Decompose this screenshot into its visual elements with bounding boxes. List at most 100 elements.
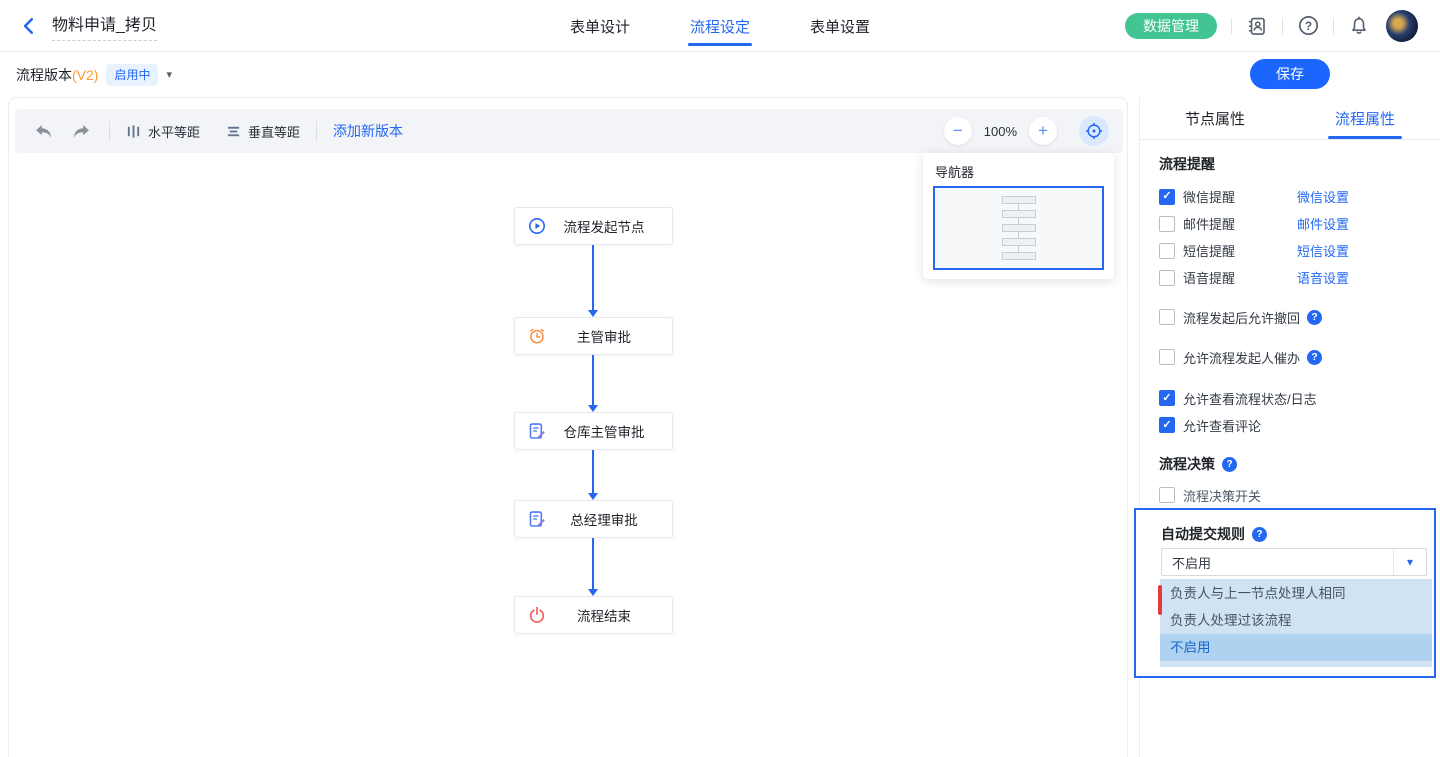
play-icon — [528, 217, 546, 235]
data-manage-button[interactable]: 数据管理 — [1125, 13, 1217, 39]
allow-withdraw-row: ✓ 流程发起后允许撤回 ? — [1159, 305, 1424, 329]
navigator-title: 导航器 — [923, 153, 1114, 186]
crosshair-icon — [1085, 122, 1103, 140]
dropdown-option[interactable]: 负责人处理过该流程 — [1160, 607, 1432, 634]
divider — [1282, 18, 1283, 34]
canvas-toolbar: 水平等距 垂直等距 添加新版本 − 100% + — [15, 109, 1123, 153]
help-badge-icon[interactable]: ? — [1307, 310, 1322, 325]
dropdown-option[interactable]: 不启用 — [1160, 634, 1432, 661]
voice-reminder-checkbox[interactable]: ✓ — [1159, 270, 1175, 286]
allow-view-comments-row: ✓ 允许查看评论 — [1159, 413, 1424, 437]
bell-icon[interactable] — [1348, 15, 1370, 37]
tab-form-design[interactable]: 表单设计 — [568, 16, 632, 37]
help-badge-icon[interactable]: ? — [1307, 350, 1322, 365]
zoom-out-button[interactable]: − — [944, 117, 972, 145]
divider — [109, 121, 110, 141]
allow-view-comments-checkbox[interactable]: ✓ — [1159, 417, 1175, 433]
auto-submit-section: 自动提交规则 ? 不启用 ▾ 负责人与上一节点处理人相同 负责人处理过该流程 不… — [1134, 508, 1436, 678]
horizontal-distribute-button[interactable]: 水平等距 — [126, 122, 200, 141]
decision-switch-checkbox[interactable]: ✓ — [1159, 487, 1175, 503]
sms-settings-link[interactable]: 短信设置 — [1297, 241, 1349, 260]
divider — [1231, 18, 1232, 34]
main-tabs: 表单设计 流程设定 表单设置 — [568, 0, 872, 52]
add-version-link[interactable]: 添加新版本 — [333, 121, 403, 141]
check-icon: ✓ — [1162, 393, 1171, 404]
vertical-distribute-icon — [226, 124, 241, 139]
voice-settings-link[interactable]: 语音设置 — [1297, 268, 1349, 287]
panel-tabs: 节点属性 流程属性 — [1140, 97, 1440, 140]
auto-submit-select[interactable]: 不启用 ▾ — [1161, 548, 1427, 576]
zoom-level: 100% — [984, 124, 1017, 139]
navigator-minimap — [1002, 196, 1036, 260]
top-header: 物料申请_拷贝 表单设计 流程设定 表单设置 数据管理 — [0, 0, 1440, 52]
chevron-down-icon: ▾ — [1393, 549, 1426, 575]
power-icon — [528, 606, 546, 624]
help-badge-icon[interactable]: ? — [1222, 457, 1237, 472]
selected-value: 不启用 — [1162, 553, 1393, 572]
auto-submit-title: 自动提交规则 ? — [1161, 524, 1434, 544]
tab-form-setting[interactable]: 表单设置 — [808, 16, 872, 37]
version-dropdown-caret[interactable]: ▾ — [166, 68, 172, 81]
flow-connector — [592, 245, 594, 310]
undo-button[interactable] — [31, 119, 55, 143]
help-badge-icon[interactable]: ? — [1252, 527, 1267, 542]
plus-icon: + — [1038, 121, 1048, 141]
divider — [1333, 18, 1334, 34]
version-bar: 流程版本 (V2) 启用中 ▾ 保存 — [0, 52, 1440, 97]
redo-icon — [72, 122, 91, 141]
node-label: 流程发起节点 — [546, 216, 672, 236]
svg-text:?: ? — [1304, 19, 1311, 33]
contacts-icon[interactable] — [1246, 15, 1268, 37]
page-title: 物料申请_拷贝 — [52, 11, 157, 41]
tab-flow-properties[interactable]: 流程属性 — [1290, 97, 1440, 139]
form-edit-icon — [528, 510, 546, 528]
locate-button[interactable] — [1079, 116, 1109, 146]
undo-icon — [34, 122, 53, 141]
navigator-panel: 导航器 — [923, 153, 1114, 279]
version-label: 流程版本 — [16, 65, 72, 85]
reminder-row-sms: ✓ 短信提醒 短信设置 — [1159, 237, 1424, 264]
flow-node-manager-approval[interactable]: 主管审批 — [514, 317, 673, 355]
reminder-row-email: ✓ 邮件提醒 邮件设置 — [1159, 210, 1424, 237]
decision-switch-row: ✓ 流程决策开关 — [1159, 485, 1424, 505]
navigator-viewport[interactable] — [933, 186, 1104, 270]
email-reminder-checkbox[interactable]: ✓ — [1159, 216, 1175, 232]
email-settings-link[interactable]: 邮件设置 — [1297, 214, 1349, 233]
flow-node-gm-approval[interactable]: 总经理审批 — [514, 500, 673, 538]
flow-connector — [592, 355, 594, 405]
redo-button[interactable] — [69, 119, 93, 143]
auto-submit-dropdown: 负责人与上一节点处理人相同 负责人处理过该流程 不启用 — [1160, 579, 1432, 667]
tab-flow-setting[interactable]: 流程设定 — [688, 16, 752, 37]
tab-node-properties[interactable]: 节点属性 — [1140, 97, 1290, 139]
vertical-distribute-button[interactable]: 垂直等距 — [226, 122, 300, 141]
check-icon: ✓ — [1162, 420, 1171, 431]
node-label: 流程结束 — [546, 605, 672, 625]
flow-connector — [592, 450, 594, 493]
flow-node-warehouse-approval[interactable]: 仓库主管审批 — [514, 412, 673, 450]
zoom-in-button[interactable]: + — [1029, 117, 1057, 145]
help-icon[interactable]: ? — [1297, 15, 1319, 37]
allow-view-status-checkbox[interactable]: ✓ — [1159, 390, 1175, 406]
user-avatar[interactable] — [1386, 10, 1418, 42]
node-label: 总经理审批 — [546, 509, 672, 529]
decision-section-title: 流程决策 ? — [1159, 454, 1424, 474]
flow-node-start[interactable]: 流程发起节点 — [514, 207, 673, 245]
reminder-row-wechat: ✓ 微信提醒 微信设置 — [1159, 183, 1424, 210]
wechat-reminder-checkbox[interactable]: ✓ — [1159, 189, 1175, 205]
save-button[interactable]: 保存 — [1250, 59, 1330, 89]
flow-node-end[interactable]: 流程结束 — [514, 596, 673, 634]
version-number: (V2) — [72, 67, 98, 83]
status-badge: 启用中 — [106, 64, 158, 86]
allow-urge-checkbox[interactable]: ✓ — [1159, 349, 1175, 365]
allow-view-status-row: ✓ 允许查看流程状态/日志 — [1159, 386, 1424, 410]
form-edit-icon — [528, 422, 546, 440]
sms-reminder-checkbox[interactable]: ✓ — [1159, 243, 1175, 259]
wechat-settings-link[interactable]: 微信设置 — [1297, 187, 1349, 206]
allow-withdraw-checkbox[interactable]: ✓ — [1159, 309, 1175, 325]
app-window: 物料申请_拷贝 表单设计 流程设定 表单设置 数据管理 — [0, 0, 1440, 757]
back-button[interactable] — [18, 15, 40, 37]
dropdown-option[interactable]: 负责人与上一节点处理人相同 — [1160, 580, 1432, 607]
horizontal-distribute-icon — [126, 124, 141, 139]
zoom-controls: − 100% + — [944, 116, 1109, 146]
flow-canvas[interactable]: 水平等距 垂直等距 添加新版本 − 100% + — [8, 97, 1128, 757]
